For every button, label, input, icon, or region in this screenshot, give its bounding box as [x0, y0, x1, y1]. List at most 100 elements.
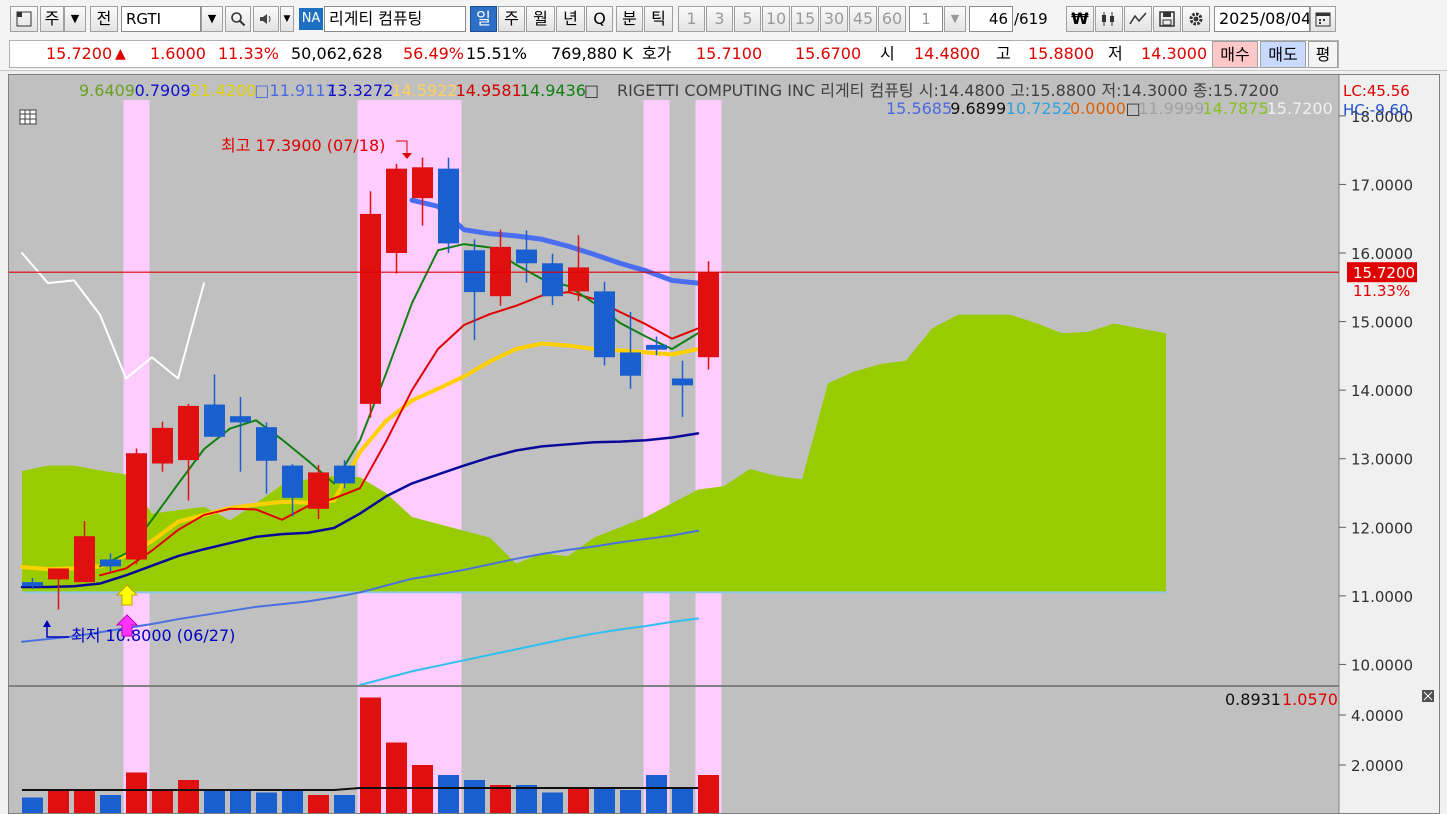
candle-body: [334, 465, 355, 484]
na-badge: NA: [299, 8, 323, 30]
period-tab-week[interactable]: 주: [498, 6, 525, 32]
open-label: 시: [880, 44, 895, 63]
candle-body: [100, 559, 121, 567]
symbol-input[interactable]: RGTI: [121, 6, 201, 32]
close-icon[interactable]: [1422, 690, 1434, 702]
type-dropdown-icon[interactable]: ▼: [64, 6, 86, 32]
y-axis-label: 13.0000: [1351, 451, 1413, 469]
buy-button[interactable]: 매수: [1212, 41, 1258, 68]
period-tab-month[interactable]: 월: [526, 6, 555, 32]
candle-body: [230, 416, 251, 423]
price-chart[interactable]: 18.000017.000016.000015.000014.000013.00…: [9, 75, 1440, 814]
speaker-dropdown-icon[interactable]: ▼: [280, 6, 294, 32]
count-input[interactable]: 46: [969, 6, 1013, 32]
volume-bar: [412, 765, 433, 813]
volume-bar: [282, 790, 303, 813]
candle-body: [282, 465, 303, 498]
period-tab-minute[interactable]: 분: [616, 6, 643, 32]
volume-axis-label: 2.0000: [1351, 757, 1404, 775]
hc-label: HC:-9.60: [1343, 101, 1409, 119]
grid-toggle-icon[interactable]: [19, 109, 37, 125]
volume-bar: [100, 795, 121, 813]
volume-bar: [230, 790, 251, 813]
volume-value-2: 1.0570: [1282, 690, 1338, 709]
interval-10[interactable]: 10: [762, 6, 790, 32]
search-icon[interactable]: [225, 6, 251, 32]
high-value: 15.8800: [1028, 44, 1095, 63]
save-icon[interactable]: [1153, 6, 1181, 32]
symbol-dropdown-icon[interactable]: ▼: [201, 6, 223, 32]
high-annotation: 최고 17.3900 (07/18): [221, 136, 385, 155]
hoga-label: 호가: [642, 44, 672, 63]
candle-settings-icon[interactable]: [1095, 6, 1123, 32]
candle-body: [698, 272, 719, 358]
volume-bar: [48, 790, 69, 813]
stock-name-field[interactable]: 리게티 컴퓨팅: [324, 6, 466, 32]
period-tab-quarter[interactable]: Q: [586, 6, 613, 32]
y-axis-label: 16.0000: [1351, 245, 1413, 263]
line-tool-icon[interactable]: [1124, 6, 1152, 32]
volume-bar: [594, 787, 615, 813]
indicator-value: □11.9117: [254, 81, 335, 100]
volume-bar: [204, 790, 225, 813]
indicator-value: 14.9436: [520, 81, 586, 100]
speaker-icon[interactable]: [253, 6, 279, 32]
candle-body: [516, 249, 537, 264]
candle-body: [22, 582, 43, 587]
gear-icon[interactable]: [1182, 6, 1210, 32]
volume-bar: [698, 775, 719, 813]
main-toolbar: 주 ▼ 전 RGTI ▼ ▼ NA 리게티 컴퓨팅 일 주 월 년 Q 분 틱 …: [0, 0, 1447, 39]
y-axis-label: 14.0000: [1351, 382, 1413, 400]
interval-5[interactable]: 5: [734, 6, 761, 32]
volume-bar: [438, 775, 459, 813]
candle-body: [464, 250, 485, 293]
indicator-value: 11.9999: [1138, 99, 1204, 118]
prev-button[interactable]: 전: [90, 6, 118, 32]
change-value: 1.6000: [150, 44, 206, 63]
layout-icon[interactable]: [10, 6, 38, 32]
chart-panel[interactable]: 18.0000 17.0000 16.0000 15.0000 14.0000 13.00…: [8, 74, 1440, 814]
chart-title: RIGETTI COMPUTING INC 리게티 컴퓨팅 시:14.4800 …: [617, 81, 1279, 100]
candle-body: [204, 404, 225, 437]
interval-dropdown-icon[interactable]: ▼: [944, 6, 966, 32]
indicator-value: 9.6409: [79, 81, 135, 100]
candle-body: [490, 246, 511, 297]
volume-bar: [334, 795, 355, 813]
interval-30[interactable]: 30: [820, 6, 848, 32]
period-tab-year[interactable]: 년: [556, 6, 585, 32]
period-tab-tick[interactable]: 틱: [644, 6, 673, 32]
sell-button[interactable]: 매도: [1260, 41, 1306, 68]
indicator-value: 15.5685: [886, 99, 952, 118]
y-axis-label: 11.0000: [1351, 588, 1413, 606]
indicator-value: 14.7875: [1202, 99, 1268, 118]
interval-input[interactable]: 1: [909, 6, 943, 32]
calendar-icon[interactable]: [1310, 6, 1336, 32]
interval-15[interactable]: 15: [791, 6, 819, 32]
volume-ratio: 56.49%: [403, 44, 465, 63]
amount-value: 769,880 K: [551, 44, 633, 63]
candle-body: [620, 352, 641, 376]
volume-bar: [22, 797, 43, 813]
interval-1[interactable]: 1: [678, 6, 705, 32]
date-input[interactable]: 2025/08/04: [1214, 6, 1310, 32]
avg-button[interactable]: 평: [1308, 41, 1338, 68]
type-button[interactable]: 주: [40, 6, 64, 32]
low-value: 14.3000: [1141, 44, 1208, 63]
volume-bar: [516, 785, 537, 813]
volume-bar: [490, 785, 511, 813]
interval-60[interactable]: 60: [878, 6, 906, 32]
change-percent: 11.33%: [218, 44, 280, 63]
interval-3[interactable]: 3: [706, 6, 733, 32]
indicator-value: 14.9581: [456, 81, 522, 100]
interval-45[interactable]: 45: [849, 6, 877, 32]
candle-body: [74, 536, 95, 583]
candle-body: [152, 427, 173, 464]
period-tab-day[interactable]: 일: [470, 6, 497, 32]
price-value: 15.7200: [46, 44, 113, 63]
candle-body: [412, 167, 433, 199]
ask-value: 15.6700: [795, 44, 862, 63]
candle-body: [360, 213, 381, 404]
candle-body: [178, 405, 199, 461]
volume-bar: [308, 795, 329, 813]
won-icon[interactable]: ₩: [1066, 6, 1094, 32]
